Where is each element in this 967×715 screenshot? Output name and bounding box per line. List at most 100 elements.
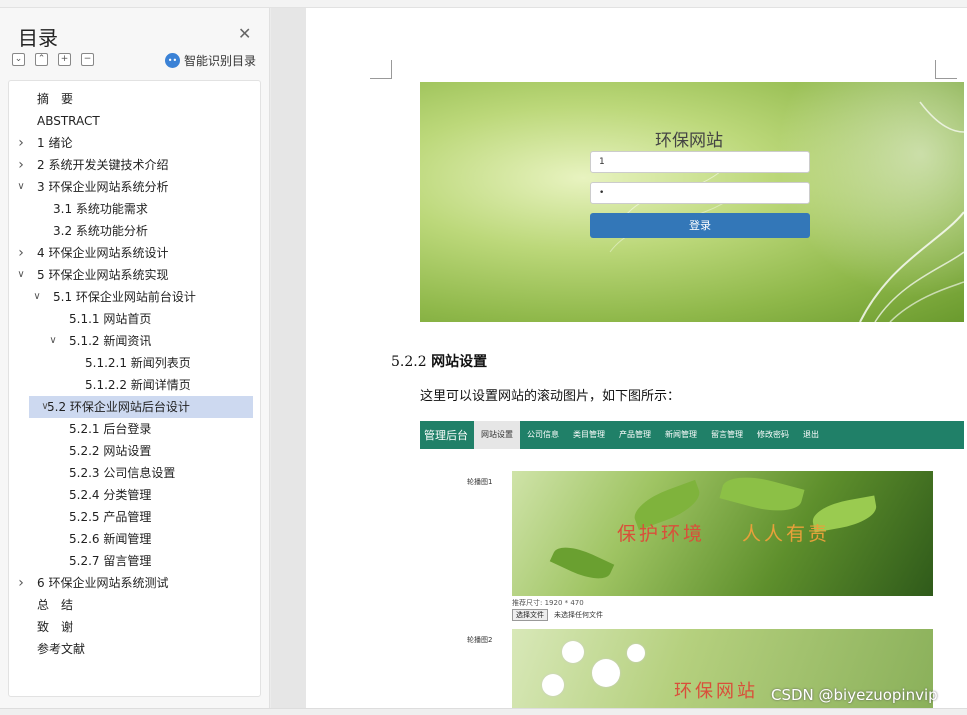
toc-item[interactable]: ∨ 3 环保企业网站系统分析: [9, 176, 259, 198]
toc-item-label: 4 环保企业网站系统设计: [37, 246, 169, 260]
toc-item[interactable]: › 2 系统开发关键技术介绍: [9, 154, 259, 176]
admin-nav-item[interactable]: 退出: [796, 421, 826, 449]
admin-screenshot: 管理后台 网站设置 公司信息 类目管理 产品管理 新闻管理 留言管理 修改密码 退出 轮播图1…: [420, 421, 964, 708]
toc-item-label: 3.2 系统功能分析: [53, 224, 148, 238]
toc-item-label: 6 环保企业网站系统测试: [37, 576, 169, 590]
toc-item-label: 致 谢: [37, 620, 74, 634]
flower-shape: [627, 644, 645, 662]
flower-shape: [562, 641, 584, 663]
leaf-shape: [549, 539, 615, 587]
sidebar-title: 目录: [18, 26, 58, 50]
choose-file-button[interactable]: 选择文件: [512, 609, 548, 621]
chevron-down-icon[interactable]: ∨: [47, 330, 59, 352]
toc-item[interactable]: 5.2.1 后台登录: [9, 418, 259, 440]
top-strip: [0, 0, 967, 8]
toc-item-label: 参考文献: [37, 642, 86, 656]
toc-item[interactable]: ∨ 5.1.2 新闻资讯: [9, 330, 259, 352]
toc-item-label: 3.1 系统功能需求: [53, 202, 148, 216]
body-paragraph: 这里可以设置网站的滚动图片，如下图所示：: [420, 389, 681, 404]
chevron-right-icon[interactable]: ›: [15, 242, 27, 264]
page-corner-mark: [370, 60, 392, 79]
toc-item[interactable]: 5.1.1 网站首页: [9, 308, 259, 330]
chevron-down-icon[interactable]: ∨: [15, 176, 27, 198]
toc-item[interactable]: 5.1.2.1 新闻列表页: [9, 352, 259, 374]
toc-item[interactable]: ∨ 5.1 环保企业网站前台设计: [9, 286, 259, 308]
toc-item[interactable]: ∨ 5.2 环保企业网站后台设计: [29, 396, 253, 418]
toc-item[interactable]: › 1 绪论: [9, 132, 259, 154]
login-screenshot: 环保网站 1 • 登录: [420, 82, 964, 322]
toc-item-label: 2 系统开发关键技术介绍: [37, 158, 169, 172]
toc-item[interactable]: 5.2.2 网站设置: [9, 440, 259, 462]
toc-item[interactable]: 5.2.3 公司信息设置: [9, 462, 259, 484]
heading-text: 网站设置: [431, 354, 488, 370]
toc-item-label: 1 绪论: [37, 136, 73, 150]
collapse-all-icon[interactable]: ⌄: [12, 53, 25, 66]
toc-item-label: 5.2 环保企业网站后台设计: [47, 400, 190, 414]
plus-icon[interactable]: +: [58, 53, 71, 66]
chevron-down-icon[interactable]: ∨: [31, 286, 43, 308]
app-window: 目录 ✕ ⌄ ⌃ + − •• 智能识别目录 摘 要 ABSTRACT › 1 绪论 ›…: [0, 0, 967, 715]
close-icon[interactable]: ✕: [238, 24, 251, 43]
admin-nav-item[interactable]: 留言管理: [704, 421, 750, 449]
admin-nav-item[interactable]: 公司信息: [520, 421, 566, 449]
expand-up-icon[interactable]: ⌃: [35, 53, 48, 66]
toc-item-label: 5.1.2 新闻资讯: [69, 334, 152, 348]
chevron-right-icon[interactable]: ›: [15, 572, 27, 594]
smart-toc-label: 智能识别目录: [184, 54, 257, 68]
toc-item[interactable]: 5.2.4 分类管理: [9, 484, 259, 506]
leaf-shape: [719, 471, 805, 519]
banner2-label: 轮播图2: [467, 636, 493, 644]
size-hint: 推荐尺寸: 1920 * 470: [512, 599, 584, 607]
admin-navbar: 管理后台 网站设置 公司信息 类目管理 产品管理 新闻管理 留言管理 修改密码 退出: [420, 421, 964, 449]
banner2-slogan: 环保网站: [674, 681, 758, 702]
admin-brand: 管理后台: [424, 429, 468, 442]
toc-item[interactable]: › 6 环保企业网站系统测试: [9, 572, 259, 594]
toc-item[interactable]: ABSTRACT: [9, 110, 259, 132]
password-field[interactable]: •: [590, 182, 810, 204]
page-corner-mark: [935, 60, 957, 79]
toc-item-label: 5.2.2 网站设置: [69, 444, 152, 458]
admin-nav-item[interactable]: 网站设置: [474, 421, 520, 449]
toc-item[interactable]: 5.2.5 产品管理: [9, 506, 259, 528]
toc-item-label: 5.1.2.1 新闻列表页: [85, 356, 191, 370]
login-title: 环保网站: [655, 131, 723, 151]
toc-list: 摘 要 ABSTRACT › 1 绪论 › 2 系统开发关键技术介绍 ∨ 3 环保企业网站系统…: [8, 80, 261, 697]
toc-item[interactable]: 5.2.7 留言管理: [9, 550, 259, 572]
toc-sidebar: 目录 ✕ ⌄ ⌃ + − •• 智能识别目录 摘 要 ABSTRACT › 1 绪论 ›…: [0, 8, 270, 708]
toc-item[interactable]: 5.2.6 新闻管理: [9, 528, 259, 550]
toc-item-label: 5.2.1 后台登录: [69, 422, 152, 436]
toc-item[interactable]: 参考文献: [9, 638, 259, 660]
toc-item-label: 5.2.3 公司信息设置: [69, 466, 176, 480]
chevron-right-icon[interactable]: ›: [15, 154, 27, 176]
toc-item-label: 摘 要: [37, 92, 74, 106]
toc-item-label: 5.2.4 分类管理: [69, 488, 152, 502]
admin-nav-item[interactable]: 修改密码: [750, 421, 796, 449]
admin-nav-item[interactable]: 类目管理: [566, 421, 612, 449]
username-field[interactable]: 1: [590, 151, 810, 173]
toc-item[interactable]: › 4 环保企业网站系统设计: [9, 242, 259, 264]
heading-number: 5.2.2: [391, 354, 427, 370]
toc-item[interactable]: 3.1 系统功能需求: [9, 198, 259, 220]
login-button[interactable]: 登录: [590, 213, 810, 238]
toc-item[interactable]: 5.1.2.2 新闻详情页: [9, 374, 259, 396]
banner1-slogan-a: 保护环境: [617, 523, 706, 545]
toc-item-label: 5.2.7 留言管理: [69, 554, 152, 568]
admin-nav-item[interactable]: 产品管理: [612, 421, 658, 449]
bottom-bar: [0, 708, 967, 715]
admin-nav-item[interactable]: 新闻管理: [658, 421, 704, 449]
minus-icon[interactable]: −: [81, 53, 94, 66]
toc-item[interactable]: 摘 要: [9, 88, 259, 110]
toc-item[interactable]: 3.2 系统功能分析: [9, 220, 259, 242]
chevron-right-icon[interactable]: ›: [15, 132, 27, 154]
toc-item[interactable]: 致 谢: [9, 616, 259, 638]
smart-ai-icon: ••: [165, 53, 180, 68]
toc-item-label: 5 环保企业网站系统实现: [37, 268, 169, 282]
section-heading: 5.2.2 网站设置: [391, 351, 487, 371]
flower-shape: [592, 659, 620, 687]
chevron-down-icon[interactable]: ∨: [15, 264, 27, 286]
toc-item-label: 5.1.2.2 新闻详情页: [85, 378, 191, 392]
toc-item[interactable]: ∨ 5 环保企业网站系统实现: [9, 264, 259, 286]
toc-item[interactable]: 总 结: [9, 594, 259, 616]
smart-toc-button[interactable]: •• 智能识别目录: [165, 52, 256, 69]
toc-item-label: 5.1.1 网站首页: [69, 312, 152, 326]
